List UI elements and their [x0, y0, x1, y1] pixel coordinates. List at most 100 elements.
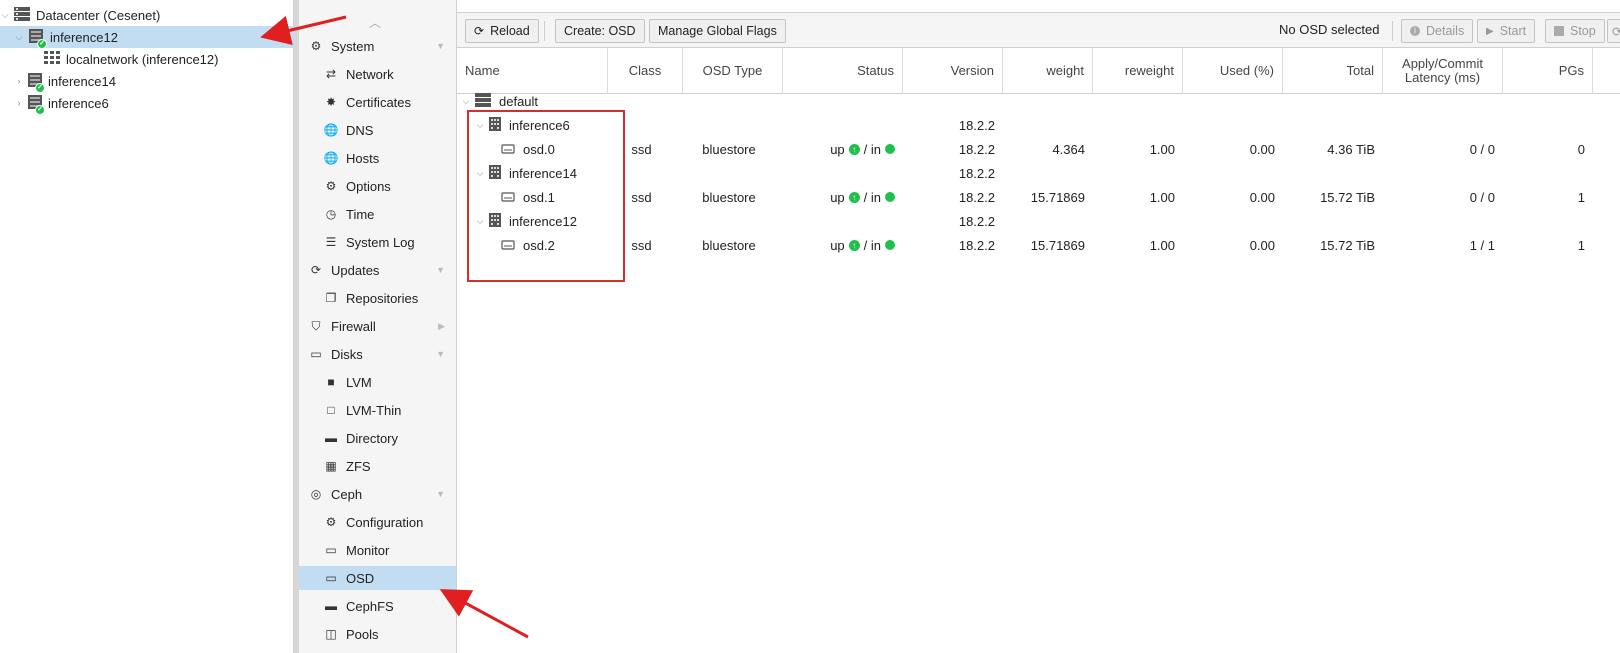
- name-cell: ⌵ inference14: [475, 161, 577, 185]
- nav-item-directory[interactable]: ▬ Directory: [299, 426, 456, 450]
- server-rack-icon: [475, 92, 491, 110]
- column-osd-type[interactable]: OSD Type: [683, 48, 783, 94]
- column-weight[interactable]: weight: [1003, 48, 1093, 94]
- nav-item-time[interactable]: ◷ Time: [299, 202, 456, 226]
- nav-item-zfs[interactable]: ▦ ZFS: [299, 454, 456, 478]
- start-button[interactable]: ▶ Start: [1477, 19, 1536, 43]
- nav-item-dns[interactable]: 🌐 DNS: [299, 118, 456, 142]
- nav-item-ceph[interactable]: ◎ Ceph ▼: [299, 482, 456, 506]
- tree-item-inference14[interactable]: › ✓ inference14: [0, 70, 294, 93]
- create-osd-label: Create: OSD: [564, 24, 636, 38]
- host-row[interactable]: ⌵ inference6 18.2.2: [457, 113, 1620, 137]
- pgs-cell: 1: [1577, 189, 1585, 205]
- row-name: inference14: [509, 165, 577, 181]
- arrow-up-icon: ↑: [848, 239, 860, 251]
- nav-item-lvm-thin[interactable]: □ LVM-Thin: [299, 398, 456, 422]
- chevron-down-icon[interactable]: ⌵: [475, 168, 485, 179]
- chevron-down-icon[interactable]: ⌵: [475, 120, 485, 131]
- column-version[interactable]: Version: [903, 48, 1003, 94]
- status-dot-icon: [885, 144, 895, 154]
- list-icon: ☰: [325, 235, 337, 249]
- nav-item-system-log[interactable]: ☰ System Log: [299, 230, 456, 254]
- nav-item-osd[interactable]: ▭ OSD: [299, 566, 456, 590]
- used-cell: 0.00: [1249, 141, 1275, 157]
- column-latency[interactable]: Apply/Commit Latency (ms): [1383, 48, 1503, 94]
- nav-item-updates[interactable]: ⟳ Updates ▼: [299, 258, 456, 282]
- chevron-down-icon[interactable]: ▼: [436, 349, 445, 359]
- status-cell: up ↑ / in: [783, 233, 895, 257]
- pools-icon: ◫: [325, 627, 337, 641]
- nav-item-disks[interactable]: ▭ Disks ▼: [299, 342, 456, 366]
- row-name: inference6: [509, 117, 570, 133]
- stop-button[interactable]: Stop: [1545, 19, 1605, 43]
- details-button[interactable]: i Details: [1401, 19, 1474, 43]
- osd-row[interactable]: osd.0 18.2.2 ssd bluestore up ↑ / in 4.364 1.00 0…: [457, 137, 1620, 161]
- chevron-down-icon[interactable]: ▼: [436, 41, 445, 51]
- square-outline-icon: □: [327, 403, 335, 417]
- nav-item-certificates[interactable]: ✸ Certificates: [299, 90, 456, 114]
- column-status[interactable]: Status: [783, 48, 903, 94]
- nav-item-label: LVM: [346, 374, 372, 390]
- chevron-right-icon[interactable]: ▶: [438, 321, 445, 332]
- chevron-down-icon[interactable]: ⌵: [461, 96, 471, 107]
- nav-item-system[interactable]: ⚙ System ▼: [299, 34, 456, 58]
- scroll-up-icon[interactable]: ︿: [369, 14, 381, 31]
- nav-item-label: Options: [346, 178, 391, 194]
- host-row[interactable]: ⌵ inference12 18.2.2: [457, 209, 1620, 233]
- column-total[interactable]: Total: [1283, 48, 1383, 94]
- osd-row[interactable]: osd.1 18.2.2 ssd bluestore up ↑ / in 15.71869 1.…: [457, 185, 1620, 209]
- tree-item-localnetwork[interactable]: localnetwork (inference12): [0, 48, 294, 70]
- gear-icon: ⚙: [325, 515, 337, 529]
- nav-item-options[interactable]: ⚙ Options: [299, 174, 456, 198]
- tree-item-inference6[interactable]: › ✓ inference6: [0, 92, 294, 115]
- create-osd-button[interactable]: Create: OSD: [555, 19, 645, 43]
- column-reweight[interactable]: reweight: [1093, 48, 1183, 94]
- chevron-down-icon[interactable]: ⌵: [0, 10, 10, 21]
- chevron-right-icon[interactable]: ›: [14, 76, 24, 86]
- column-class[interactable]: Class: [608, 48, 683, 94]
- tree-item-datacenter[interactable]: ⌵ Datacenter (Cesenet): [0, 4, 294, 26]
- nav-item-cephfs[interactable]: ▬ CephFS: [299, 594, 456, 618]
- files-icon: ❐: [325, 291, 337, 305]
- chevron-down-icon[interactable]: ⌵: [475, 216, 485, 227]
- more-button[interactable]: ⟳: [1607, 19, 1620, 43]
- chevron-down-icon[interactable]: ▼: [436, 489, 445, 499]
- folder-icon: ▬: [325, 599, 337, 613]
- status-in-text: / in: [863, 237, 881, 253]
- column-name[interactable]: Name: [457, 48, 608, 94]
- nav-item-label: Monitor: [346, 542, 390, 558]
- node-online-icon: ✓: [28, 28, 47, 49]
- manage-global-flags-button[interactable]: Manage Global Flags: [649, 19, 786, 43]
- square-icon: ■: [327, 375, 335, 389]
- nav-item-hosts[interactable]: 🌐 Hosts: [299, 146, 456, 170]
- nav-item-network[interactable]: ⇄ Network: [299, 62, 456, 86]
- version-cell: 18.2.2: [958, 141, 995, 157]
- column-used[interactable]: Used (%): [1183, 48, 1283, 94]
- reload-button[interactable]: ⟳ Reload: [465, 19, 539, 43]
- nav-item-pools[interactable]: ◫ Pools: [299, 622, 456, 646]
- host-row[interactable]: ⌵ inference14 18.2.2: [457, 161, 1620, 185]
- network-icon: ⇄: [325, 67, 337, 81]
- nav-item-label: System Log: [346, 234, 415, 250]
- folder-icon: ▬: [325, 431, 337, 445]
- building-icon: [489, 212, 501, 230]
- nav-item-repositories[interactable]: ❐ Repositories: [299, 286, 456, 310]
- nav-item-label: Firewall: [331, 318, 376, 334]
- node-nav-menu: ︿ ⚙ System ▼ ⇄ Network ✸ Certificates 🌐 DNS 🌐 Host…: [299, 0, 457, 653]
- tree-item-inference12[interactable]: ⌵ ✓ inference12: [0, 26, 294, 49]
- root-row[interactable]: ⌵ default: [457, 89, 1620, 113]
- nav-item-label: Repositories: [346, 290, 419, 306]
- nav-item-lvm[interactable]: ■ LVM: [299, 370, 456, 394]
- clock-icon: ◷: [325, 207, 337, 221]
- column-pgs[interactable]: PGs: [1503, 48, 1593, 94]
- nav-item-configuration[interactable]: ⚙ Configuration: [299, 510, 456, 534]
- osd-row[interactable]: osd.2 18.2.2 ssd bluestore up ↑ / in 15.71869 1.…: [457, 233, 1620, 257]
- nav-item-label: Pools: [346, 626, 379, 642]
- chevron-down-icon[interactable]: ▼: [436, 265, 445, 275]
- version-cell: 18.2.2: [958, 237, 995, 253]
- nav-item-firewall[interactable]: ⛉ Firewall ▶: [299, 314, 456, 338]
- chevron-right-icon[interactable]: ›: [14, 98, 24, 108]
- nav-item-monitor[interactable]: ▭ Monitor: [299, 538, 456, 562]
- chevron-down-icon[interactable]: ⌵: [14, 32, 24, 43]
- version-cell: 18.2.2: [958, 189, 995, 205]
